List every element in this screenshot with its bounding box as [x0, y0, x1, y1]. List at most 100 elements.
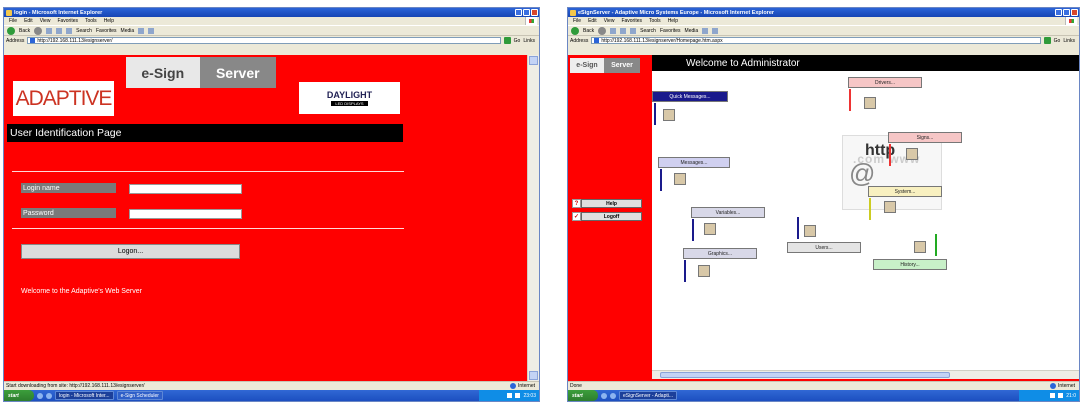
tray-volume-icon[interactable] — [515, 393, 521, 398]
minimize-icon[interactable] — [515, 9, 522, 16]
graphics-icon[interactable] — [698, 265, 710, 277]
links-button[interactable]: Links — [523, 38, 539, 44]
media-button[interactable]: Media — [121, 28, 135, 34]
search-button[interactable]: Search — [640, 28, 656, 34]
start-button[interactable]: start — [568, 390, 598, 401]
right-title-bar[interactable]: eSignServer - Adaptive Micro Systems Eur… — [568, 8, 1079, 17]
left-taskbar: start login - Microsoft Inter... e-Sign … — [4, 390, 539, 401]
history-button[interactable]: History... — [873, 259, 947, 270]
horizontal-scrollbar[interactable] — [652, 370, 1079, 379]
back-label[interactable]: Back — [583, 28, 594, 34]
refresh-icon[interactable] — [620, 27, 627, 34]
variables-button[interactable]: Variables... — [691, 207, 765, 218]
favorites-button[interactable]: Favorites — [96, 28, 117, 34]
left-title-bar[interactable]: login - Microsoft Internet Explorer — [4, 8, 539, 17]
signs-button[interactable]: Signs... — [888, 132, 962, 143]
password-input[interactable] — [129, 209, 242, 219]
menu-help[interactable]: Help — [104, 18, 114, 24]
go-icon[interactable] — [1043, 37, 1051, 44]
system-bar — [869, 198, 871, 220]
system-icon[interactable] — [884, 201, 896, 213]
maximize-icon[interactable] — [1063, 9, 1070, 16]
menu-favorites[interactable]: Favorites — [621, 18, 642, 24]
logon-button[interactable]: Logon... — [21, 244, 240, 259]
start-button[interactable]: start — [4, 390, 34, 401]
drivers-button[interactable]: Drivers... — [848, 77, 922, 88]
forward-icon[interactable] — [598, 26, 607, 35]
mail-icon[interactable] — [148, 27, 155, 34]
scroll-down-icon[interactable] — [529, 371, 538, 380]
tray-volume-icon[interactable] — [1058, 393, 1064, 398]
menu-tools[interactable]: Tools — [85, 18, 97, 24]
taskbar-item-esignserver[interactable]: eSignServer - Adapti... — [619, 391, 678, 400]
address-input[interactable]: http://192.168.111.13/esignserver/ — [27, 37, 501, 44]
scroll-thumb[interactable] — [660, 372, 950, 378]
menu-view[interactable]: View — [40, 18, 51, 24]
history-icon[interactable] — [914, 241, 926, 253]
admin-canvas: .com www http @ Quick Messages... Driver… — [652, 71, 1079, 370]
variables-icon[interactable] — [704, 223, 716, 235]
messages-icon[interactable] — [674, 173, 686, 185]
links-button[interactable]: Links — [1063, 38, 1079, 44]
maximize-icon[interactable] — [523, 9, 530, 16]
quicklaunch-ie-icon[interactable] — [601, 392, 607, 399]
search-button[interactable]: Search — [76, 28, 92, 34]
signs-icon[interactable] — [906, 148, 918, 160]
quicklaunch-ie-icon[interactable] — [37, 392, 43, 399]
windows-flag-icon — [525, 17, 537, 25]
address-input[interactable]: http://192.168.111.13/esignserver/Homepa… — [591, 37, 1041, 44]
close-icon[interactable] — [1071, 9, 1078, 16]
address-label: Address — [570, 37, 589, 44]
password-label: Password — [21, 208, 116, 218]
left-toolbar: Back Search Favorites Media — [4, 25, 539, 36]
menu-file[interactable]: File — [9, 18, 17, 24]
menu-favorites[interactable]: Favorites — [57, 18, 78, 24]
stop-icon[interactable] — [610, 27, 617, 34]
vertical-scrollbar[interactable] — [527, 55, 539, 381]
go-button[interactable]: Go — [514, 38, 521, 44]
history-icon[interactable] — [138, 27, 145, 34]
messages-button[interactable]: Messages... — [658, 157, 730, 168]
graphics-button[interactable]: Graphics... — [683, 248, 757, 259]
home-icon[interactable] — [630, 27, 637, 34]
quick-messages-button[interactable]: Quick Messages... — [652, 91, 728, 102]
tray-network-icon[interactable] — [1050, 393, 1056, 398]
close-icon[interactable] — [531, 9, 538, 16]
home-icon[interactable] — [66, 27, 73, 34]
forward-icon[interactable] — [34, 26, 43, 35]
menu-tools[interactable]: Tools — [649, 18, 661, 24]
refresh-icon[interactable] — [56, 27, 63, 34]
history-icon[interactable] — [702, 27, 709, 34]
left-status-bar: Start downloading from site: http://192.… — [4, 381, 539, 390]
system-button[interactable]: System... — [868, 186, 942, 197]
menu-edit[interactable]: Edit — [24, 18, 33, 24]
menu-file[interactable]: File — [573, 18, 581, 24]
menu-help[interactable]: Help — [668, 18, 678, 24]
minimize-icon[interactable] — [1055, 9, 1062, 16]
mail-icon[interactable] — [712, 27, 719, 34]
media-button[interactable]: Media — [685, 28, 699, 34]
tray-network-icon[interactable] — [507, 393, 513, 398]
stop-icon[interactable] — [46, 27, 53, 34]
go-button[interactable]: Go — [1054, 38, 1061, 44]
quick-messages-icon[interactable] — [663, 109, 675, 121]
menu-edit[interactable]: Edit — [588, 18, 597, 24]
menu-view[interactable]: View — [604, 18, 615, 24]
quicklaunch-desktop-icon[interactable] — [46, 392, 52, 399]
users-icon[interactable] — [804, 225, 816, 237]
login-name-input[interactable] — [129, 184, 242, 194]
favorites-button[interactable]: Favorites — [660, 28, 681, 34]
back-icon[interactable] — [7, 26, 15, 35]
drivers-icon[interactable] — [864, 97, 876, 109]
help-button[interactable]: ? Help — [572, 199, 642, 208]
users-button[interactable]: Users... — [787, 242, 861, 253]
back-label[interactable]: Back — [19, 28, 30, 34]
taskbar-item-scheduler[interactable]: e-Sign Scheduler — [116, 391, 163, 400]
logoff-button[interactable]: ✓ Logoff — [572, 212, 642, 221]
scroll-up-icon[interactable] — [529, 56, 538, 65]
system-tray: 21:0 — [1019, 390, 1079, 401]
go-icon[interactable] — [503, 37, 511, 44]
quicklaunch-desktop-icon[interactable] — [610, 392, 616, 399]
back-icon[interactable] — [571, 26, 579, 35]
taskbar-item-login[interactable]: login - Microsoft Inter... — [55, 391, 114, 400]
